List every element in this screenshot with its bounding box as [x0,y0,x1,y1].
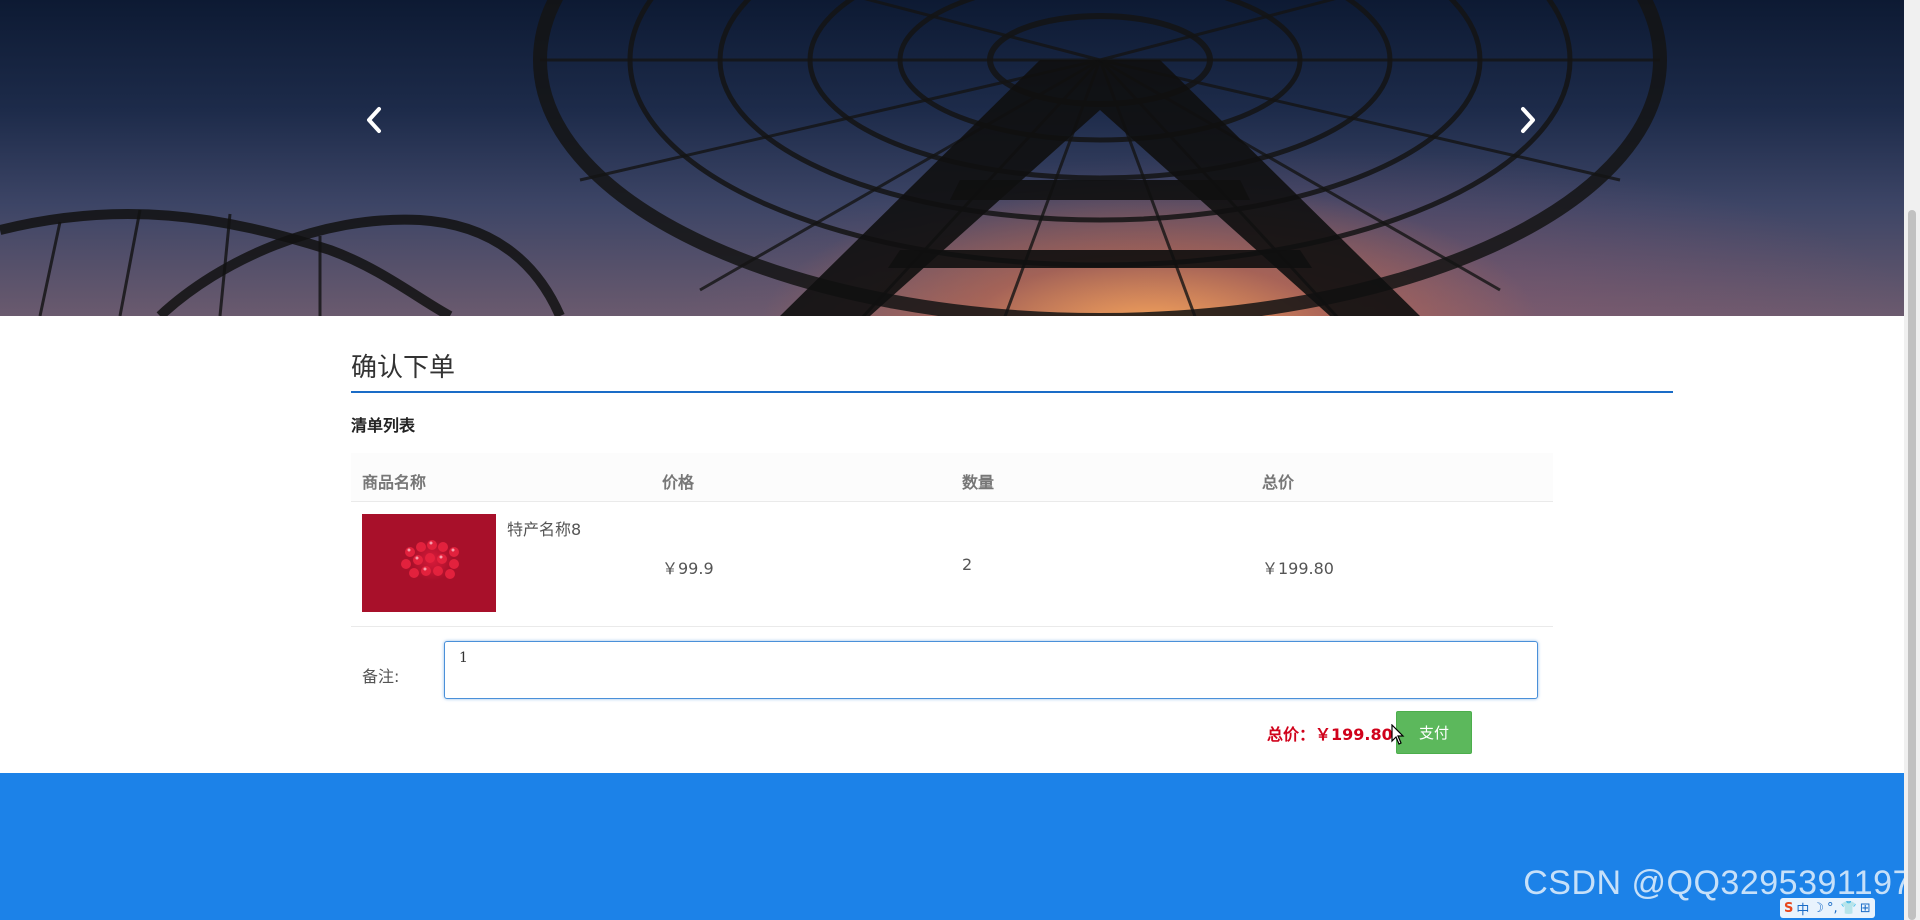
column-header-name: 商品名称 [362,473,427,492]
notes-textarea[interactable]: 1 [444,641,1538,699]
carousel-prev-button[interactable] [354,100,394,140]
product-name[interactable]: 特产名称8 [507,516,581,540]
column-header-quantity: 数量 [962,473,995,492]
product-quantity: 2 [962,555,973,574]
hero-carousel [0,0,1904,316]
table-row: 特产名称8 ￥99.9 2 ￥199.80 [351,502,1553,627]
title-divider [351,391,1673,393]
section-title: 清单列表 [351,416,416,435]
order-summary: 总价：￥199.80 支付 [1267,711,1667,755]
ferris-wheel-image [0,0,1667,316]
chevron-right-icon [1521,107,1535,133]
table-header: 商品名称 价格 数量 总价 [351,453,1553,502]
moon-icon[interactable]: ☽ [1812,901,1824,916]
carousel-next-button[interactable] [1508,100,1548,140]
notes-label: 备注: [362,667,400,686]
skin-icon[interactable]: 👕 [1841,901,1857,916]
pay-button[interactable]: 支付 [1396,711,1472,754]
page-scrollbar[interactable] [1904,0,1920,920]
column-header-total: 总价 [1262,473,1295,492]
ime-toolbar[interactable]: S 中 ☽ °, 👕 ⊞ [1780,898,1875,918]
chevron-left-icon [367,107,381,133]
order-items-table: 商品名称 价格 数量 总价 特产名称8 ￥99.9 2 ￥199.80 备注: … [351,453,1553,712]
notes-row: 备注: 1 [351,627,1553,712]
column-header-price: 价格 [662,473,695,492]
product-total: ￥199.80 [1262,559,1334,578]
scrollbar-thumb[interactable] [1908,210,1916,920]
product-price: ￥99.9 [662,559,714,578]
mouse-cursor-icon [1391,724,1405,745]
product-image [362,514,496,612]
ime-chinese-mode[interactable]: 中 [1796,899,1809,918]
punctuation-icon[interactable]: °, [1827,901,1838,916]
order-total: 总价：￥199.80 [1267,725,1393,744]
toolbox-icon[interactable]: ⊞ [1860,901,1871,916]
sogou-logo-icon[interactable]: S [1784,901,1793,916]
page-title: 确认下单 [351,353,456,383]
